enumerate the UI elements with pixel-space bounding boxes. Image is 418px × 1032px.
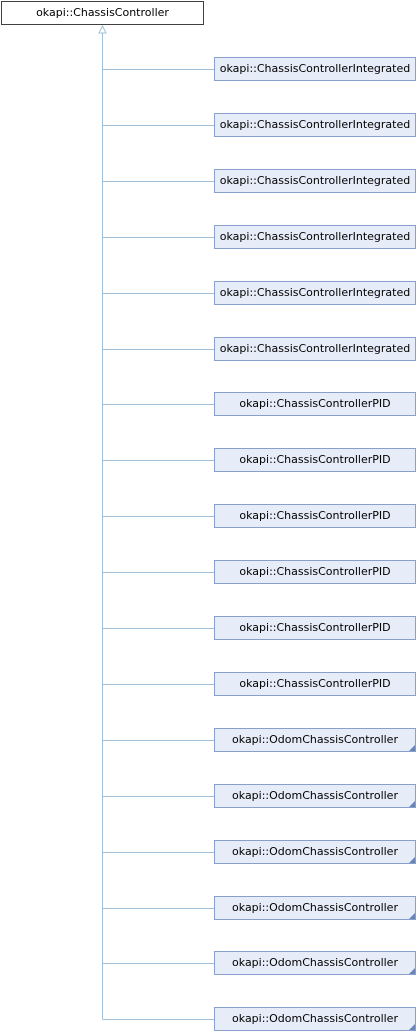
derived-class-node[interactable]: okapi::ChassisControllerPID bbox=[214, 672, 416, 696]
derived-class-label: okapi::ChassisControllerIntegrated bbox=[219, 62, 411, 75]
derived-class-label: okapi::OdomChassisController bbox=[232, 845, 398, 858]
derived-class-label: okapi::OdomChassisController bbox=[232, 733, 398, 746]
derived-class-label: okapi::ChassisControllerIntegrated bbox=[219, 118, 411, 131]
derived-class-node[interactable]: okapi::ChassisControllerIntegrated bbox=[214, 225, 416, 249]
derived-class-label: okapi::ChassisControllerPID bbox=[239, 453, 391, 466]
derived-class-label: okapi::ChassisControllerIntegrated bbox=[219, 174, 411, 187]
more-subclasses-marker-icon bbox=[409, 1024, 415, 1030]
more-subclasses-marker-icon bbox=[409, 857, 415, 863]
derived-class-label: okapi::OdomChassisController bbox=[232, 901, 398, 914]
derived-class-node[interactable]: okapi::OdomChassisController bbox=[214, 840, 416, 864]
derived-class-node[interactable]: okapi::ChassisControllerIntegrated bbox=[214, 113, 416, 137]
more-subclasses-marker-icon bbox=[409, 913, 415, 919]
more-subclasses-marker-icon bbox=[409, 968, 415, 974]
base-class-node[interactable]: okapi::ChassisController bbox=[1, 1, 204, 25]
derived-class-node[interactable]: okapi::ChassisControllerIntegrated bbox=[214, 337, 416, 361]
derived-class-node[interactable]: okapi::ChassisControllerIntegrated bbox=[214, 57, 416, 81]
derived-class-node[interactable]: okapi::ChassisControllerIntegrated bbox=[214, 281, 416, 305]
inheritance-arrowhead-icon bbox=[98, 24, 107, 34]
derived-class-node[interactable]: okapi::ChassisControllerPID bbox=[214, 616, 416, 640]
derived-class-label: okapi::OdomChassisController bbox=[232, 1012, 398, 1025]
derived-class-node[interactable]: okapi::ChassisControllerIntegrated bbox=[214, 169, 416, 193]
derived-class-label: okapi::ChassisControllerPID bbox=[239, 621, 391, 634]
derived-class-node[interactable]: okapi::OdomChassisController bbox=[214, 1007, 416, 1031]
base-class-label: okapi::ChassisController bbox=[36, 6, 169, 19]
derived-class-label: okapi::OdomChassisController bbox=[232, 956, 398, 969]
derived-class-label: okapi::ChassisControllerPID bbox=[239, 677, 391, 690]
derived-class-node[interactable]: okapi::ChassisControllerPID bbox=[214, 504, 416, 528]
derived-class-label: okapi::ChassisControllerPID bbox=[239, 397, 391, 410]
derived-class-node[interactable]: okapi::ChassisControllerPID bbox=[214, 448, 416, 472]
derived-class-node[interactable]: okapi::ChassisControllerPID bbox=[214, 392, 416, 416]
derived-class-node[interactable]: okapi::OdomChassisController bbox=[214, 896, 416, 920]
derived-class-node[interactable]: okapi::OdomChassisController bbox=[214, 784, 416, 808]
more-subclasses-marker-icon bbox=[409, 745, 415, 751]
inheritance-diagram: okapi::ChassisController okapi::ChassisC… bbox=[0, 0, 418, 1032]
derived-class-node[interactable]: okapi::ChassisControllerPID bbox=[214, 560, 416, 584]
derived-class-label: okapi::ChassisControllerPID bbox=[239, 565, 391, 578]
derived-class-node[interactable]: okapi::OdomChassisController bbox=[214, 951, 416, 975]
derived-class-label: okapi::ChassisControllerIntegrated bbox=[219, 230, 411, 243]
derived-class-label: okapi::ChassisControllerPID bbox=[239, 509, 391, 522]
more-subclasses-marker-icon bbox=[409, 801, 415, 807]
derived-class-label: okapi::OdomChassisController bbox=[232, 789, 398, 802]
derived-class-label: okapi::ChassisControllerIntegrated bbox=[219, 342, 411, 355]
derived-class-label: okapi::ChassisControllerIntegrated bbox=[219, 286, 411, 299]
derived-class-node[interactable]: okapi::OdomChassisController bbox=[214, 728, 416, 752]
